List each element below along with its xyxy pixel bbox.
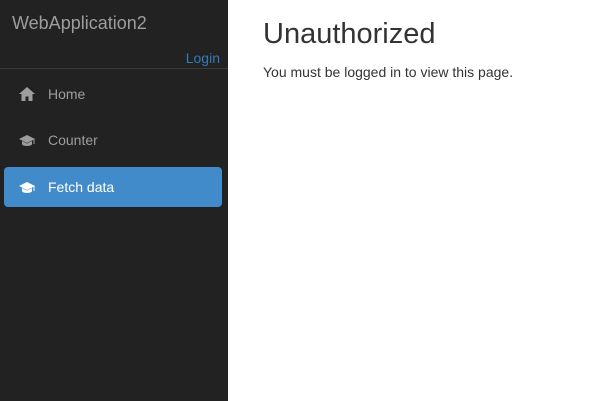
- sidebar: WebApplication2 Login Home Counter Fetch…: [0, 0, 228, 401]
- home-icon: [18, 86, 36, 102]
- sidebar-item-label: Fetch data: [48, 179, 115, 195]
- sidebar-item-label: Counter: [48, 132, 98, 148]
- login-link[interactable]: Login: [186, 50, 220, 66]
- graduation-cap-icon: [18, 132, 36, 148]
- sidebar-item-fetch-data[interactable]: Fetch data: [4, 167, 222, 207]
- app-root: WebApplication2 Login Home Counter Fetch…: [0, 0, 614, 401]
- main-content: Unauthorized You must be logged in to vi…: [228, 0, 614, 401]
- sidebar-divider: [0, 68, 228, 69]
- unauthorized-message: You must be logged in to view this page.: [263, 64, 514, 80]
- sidebar-item-label: Home: [48, 86, 86, 102]
- graduation-cap-icon: [18, 179, 36, 195]
- brand-title[interactable]: WebApplication2: [12, 12, 147, 34]
- page-title: Unauthorized: [263, 18, 436, 50]
- sidebar-item-counter[interactable]: Counter: [4, 120, 222, 160]
- sidebar-item-home[interactable]: Home: [4, 74, 222, 114]
